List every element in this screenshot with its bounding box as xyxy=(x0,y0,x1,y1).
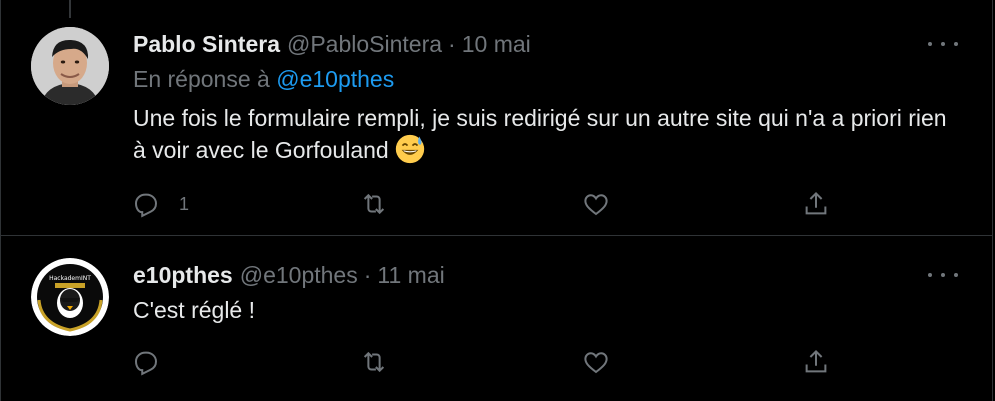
tweet[interactable]: HackademINT e10pthes @e10pthes · 11 mai … xyxy=(1,0,992,401)
tweet-text-content: C'est réglé ! xyxy=(133,297,255,323)
like-button[interactable] xyxy=(581,345,611,379)
author-handle[interactable]: @e10pthes xyxy=(240,262,358,289)
author-avatar[interactable]: HackademINT xyxy=(31,258,109,336)
hackademint-logo-icon: HackademINT xyxy=(31,258,109,336)
tweet-header: e10pthes @e10pthes · 11 mai xyxy=(133,262,445,289)
tweet-text: C'est réglé ! xyxy=(133,294,953,326)
share-icon xyxy=(805,349,827,373)
share-button[interactable] xyxy=(801,345,831,379)
retweet-button[interactable] xyxy=(359,345,389,379)
svg-text:HackademINT: HackademINT xyxy=(49,275,91,282)
tweet-actions xyxy=(131,345,851,379)
conversation-thread: Pablo Sintera @PabloSintera · 10 mai En … xyxy=(0,0,993,401)
tweet-timestamp[interactable]: 11 mai xyxy=(377,262,444,289)
separator-dot: · xyxy=(363,262,372,288)
reply-icon xyxy=(134,351,158,376)
reply-button[interactable] xyxy=(131,345,179,379)
retweet-icon xyxy=(363,351,385,373)
more-icon[interactable] xyxy=(928,265,958,285)
heart-icon xyxy=(584,352,608,374)
author-name[interactable]: e10pthes xyxy=(133,262,233,289)
